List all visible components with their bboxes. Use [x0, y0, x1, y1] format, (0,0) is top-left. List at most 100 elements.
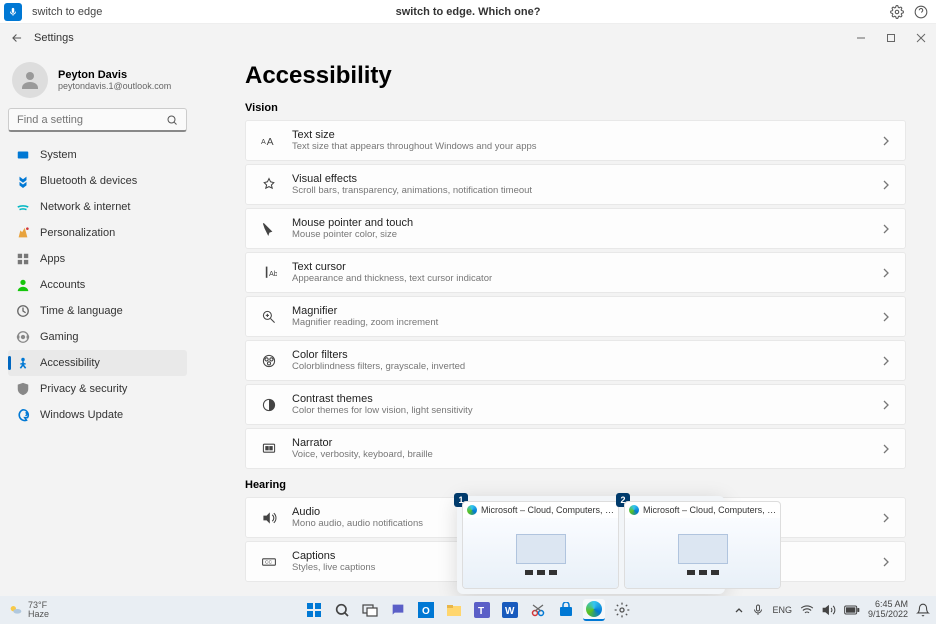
sidebar-item-gaming[interactable]: Gaming [8, 324, 187, 350]
chevron-right-icon [881, 400, 891, 410]
tile-color-filters[interactable]: Color filtersColorblindness filters, gra… [245, 340, 906, 381]
svg-text:T: T [478, 606, 484, 617]
sidebar-item-windows-update[interactable]: Windows Update [8, 402, 187, 428]
tile-icon [260, 308, 278, 326]
tile-icon: AA [260, 132, 278, 150]
cortana-bar: switch to edge switch to edge. Which one… [0, 0, 936, 24]
tray-mic-icon[interactable] [752, 604, 764, 616]
nav-icon [16, 226, 30, 240]
tile-desc: Voice, verbosity, keyboard, braille [292, 449, 881, 460]
taskbar-outlook-button[interactable]: O [415, 599, 437, 621]
edge-thumb-title: Microsoft – Cloud, Computers, … [481, 505, 614, 515]
edge-thumb-2[interactable]: Microsoft – Cloud, Computers, … [624, 501, 781, 589]
chevron-right-icon [881, 513, 891, 523]
volume-icon[interactable] [822, 603, 836, 617]
nav-icon [16, 408, 30, 422]
svg-text:O: O [422, 606, 430, 617]
battery-icon[interactable] [844, 604, 860, 616]
tile-icon [260, 396, 278, 414]
svg-text:A: A [267, 137, 274, 148]
nav-icon [16, 330, 30, 344]
taskbar-teams-button[interactable]: T [471, 599, 493, 621]
edge-preview-1 [463, 518, 618, 588]
weather-icon [8, 602, 24, 618]
sidebar-item-bluetooth-devices[interactable]: Bluetooth & devices [8, 168, 187, 194]
edge-icon [467, 505, 477, 515]
sidebar-item-privacy-security[interactable]: Privacy & security [8, 376, 187, 402]
taskbar-chat-button[interactable] [387, 599, 409, 621]
taskbar-explorer-button[interactable] [443, 599, 465, 621]
profile-email: peytondavis.1@outlook.com [58, 81, 171, 91]
page-title: Accessibility [245, 62, 906, 90]
nav-icon [16, 278, 30, 292]
nav-label: Apps [40, 253, 65, 265]
chevron-right-icon [881, 136, 891, 146]
nav-label: Windows Update [40, 409, 123, 421]
clock[interactable]: 6:45 AM9/15/2022 [868, 600, 908, 620]
nav-label: Privacy & security [40, 383, 127, 395]
back-icon[interactable] [10, 31, 24, 45]
tile-magnifier[interactable]: MagnifierMagnifier reading, zoom increme… [245, 296, 906, 337]
sidebar-item-system[interactable]: System [8, 142, 187, 168]
close-button[interactable] [906, 24, 936, 52]
nav-label: Personalization [40, 227, 115, 239]
sidebar: Peyton Davis peytondavis.1@outlook.com S… [0, 52, 195, 596]
sidebar-item-network-internet[interactable]: Network & internet [8, 194, 187, 220]
taskbar-snip-button[interactable] [527, 599, 549, 621]
tile-title: Color filters [292, 349, 881, 361]
notification-icon[interactable] [916, 603, 930, 617]
chevron-right-icon [881, 356, 891, 366]
minimize-button[interactable] [846, 24, 876, 52]
tile-text-size[interactable]: AAText sizeText size that appears throug… [245, 120, 906, 161]
language-indicator[interactable]: ENG [772, 605, 792, 615]
search-input[interactable] [8, 108, 187, 132]
taskbar-settings-button[interactable] [611, 599, 633, 621]
start-button[interactable] [303, 599, 325, 621]
cortana-input-text[interactable]: switch to edge [32, 6, 102, 18]
tile-icon [260, 352, 278, 370]
task-view-button[interactable] [359, 599, 381, 621]
tile-icon [260, 220, 278, 238]
taskbar-edge-button[interactable] [583, 599, 605, 621]
section-vision-label: Vision [245, 102, 906, 114]
sidebar-item-personalization[interactable]: Personalization [8, 220, 187, 246]
svg-text:Ab: Ab [269, 269, 277, 278]
sidebar-item-apps[interactable]: Apps [8, 246, 187, 272]
gear-icon[interactable] [890, 5, 904, 19]
profile[interactable]: Peyton Davis peytondavis.1@outlook.com [8, 62, 187, 98]
help-icon[interactable] [914, 5, 928, 19]
sidebar-item-time-language[interactable]: Time & language [8, 298, 187, 324]
tile-contrast-themes[interactable]: Contrast themesColor themes for low visi… [245, 384, 906, 425]
tile-title: Contrast themes [292, 393, 881, 405]
search-icon [166, 114, 178, 126]
edge-window-switcher: 1 Microsoft – Cloud, Computers, … 2 Micr… [457, 496, 725, 594]
tile-visual-effects[interactable]: Visual effectsScroll bars, transparency,… [245, 164, 906, 205]
wifi-icon[interactable] [800, 603, 814, 617]
nav-icon [16, 148, 30, 162]
nav-icon [16, 174, 30, 188]
weather-widget[interactable]: 73°FHaze [0, 601, 49, 619]
taskbar: 73°FHaze O T W ENG 6:45 AM9/15/2022 [0, 596, 936, 624]
tile-icon [260, 176, 278, 194]
search-field[interactable] [17, 114, 166, 126]
header-title: Settings [34, 32, 74, 44]
tile-icon [260, 440, 278, 458]
nav-icon [16, 382, 30, 396]
sidebar-item-accounts[interactable]: Accounts [8, 272, 187, 298]
svg-text:W: W [505, 606, 515, 617]
maximize-button[interactable] [876, 24, 906, 52]
chevron-up-icon[interactable] [734, 605, 744, 615]
tile-narrator[interactable]: NarratorVoice, verbosity, keyboard, brai… [245, 428, 906, 469]
sidebar-item-accessibility[interactable]: Accessibility [8, 350, 187, 376]
profile-name: Peyton Davis [58, 69, 171, 81]
tile-mouse-pointer-and-touch[interactable]: Mouse pointer and touchMouse pointer col… [245, 208, 906, 249]
taskbar-word-button[interactable]: W [499, 599, 521, 621]
tile-title: Magnifier [292, 305, 881, 317]
tile-desc: Magnifier reading, zoom increment [292, 317, 881, 328]
cortana-mic-icon[interactable] [4, 3, 22, 21]
tile-text-cursor[interactable]: AbText cursorAppearance and thickness, t… [245, 252, 906, 293]
taskbar-search-button[interactable] [331, 599, 353, 621]
edge-thumb-1[interactable]: Microsoft – Cloud, Computers, … [462, 501, 619, 589]
cortana-question: switch to edge. Which one? [396, 6, 541, 18]
taskbar-store-button[interactable] [555, 599, 577, 621]
